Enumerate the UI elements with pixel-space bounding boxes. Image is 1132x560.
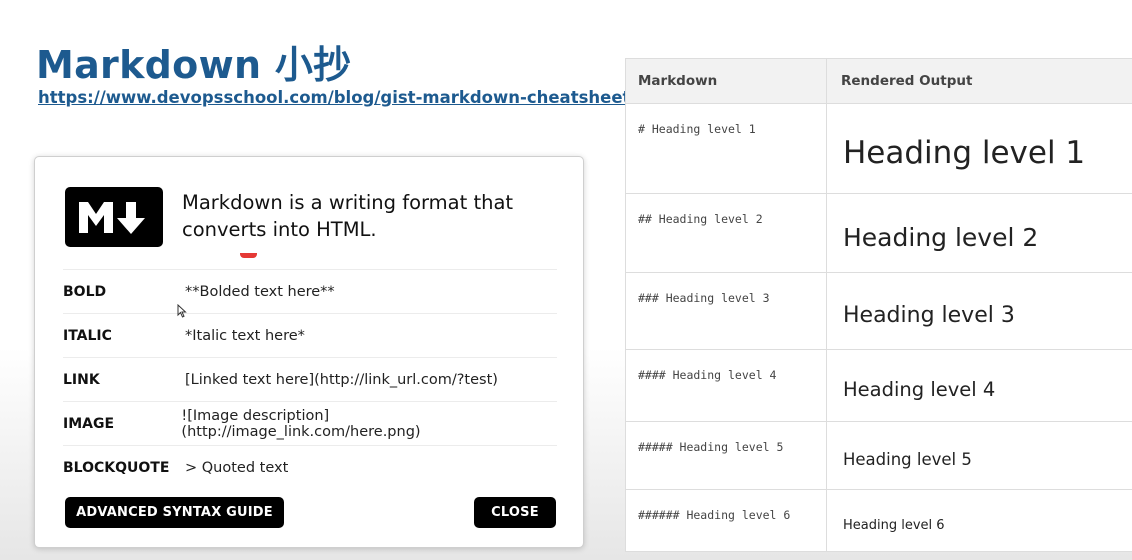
rendered-cell: Heading level 2 <box>843 222 1039 252</box>
syntax-example: **Bolded text here** <box>185 283 335 300</box>
advanced-syntax-guide-button[interactable]: ADVANCED SYNTAX GUIDE <box>65 497 284 528</box>
syntax-row-link: LINK [Linked text here](http://link_url.… <box>63 357 557 401</box>
cheatsheet-link[interactable]: https://www.devopsschool.com/blog/gist-m… <box>38 88 636 107</box>
syntax-row-blockquote: BLOCKQUOTE > Quoted text <box>63 445 557 489</box>
rendered-cell: Heading level 5 <box>843 450 972 469</box>
rendered-cell: Heading level 1 <box>843 134 1086 171</box>
markdown-cell: ##### Heading level 5 <box>626 422 827 489</box>
markdown-cell: ## Heading level 2 <box>626 194 827 272</box>
markdown-cheatsheet-dialog: Markdown is a writing format that conver… <box>34 156 584 548</box>
column-header-output: Rendered Output <box>841 73 973 89</box>
syntax-list: BOLD **Bolded text here** ITALIC *Italic… <box>63 269 557 489</box>
syntax-label: ITALIC <box>63 327 112 344</box>
markdown-logo-icon <box>65 187 163 247</box>
table-row: ##### Heading level 5 Heading level 5 <box>626 422 1132 490</box>
syntax-label: LINK <box>63 371 100 388</box>
markdown-cell: ###### Heading level 6 <box>626 490 827 552</box>
syntax-row-bold: BOLD **Bolded text here** <box>63 269 557 313</box>
syntax-example: ![Image description](http://image_link.c… <box>181 407 421 440</box>
intro-text: Markdown is a writing format that conver… <box>182 191 514 241</box>
rendered-cell: Heading level 3 <box>843 302 1015 328</box>
close-button[interactable]: CLOSE <box>474 497 556 528</box>
syntax-row-image: IMAGE ![Image description](http://image_… <box>63 401 557 445</box>
slide-title: Markdown 小抄 <box>36 43 352 87</box>
table-header: Markdown Rendered Output <box>626 59 1132 104</box>
table-row: ## Heading level 2 Heading level 2 <box>626 194 1132 273</box>
syntax-example: [Linked text here](http://link_url.com/?… <box>185 371 498 388</box>
markdown-cell: # Heading level 1 <box>626 104 827 193</box>
syntax-row-italic: ITALIC *Italic text here* <box>63 313 557 357</box>
table-row: ### Heading level 3 Heading level 3 <box>626 273 1132 350</box>
red-annotation-mark <box>240 253 257 258</box>
markdown-cell: #### Heading level 4 <box>626 350 827 421</box>
syntax-label: BLOCKQUOTE <box>63 459 170 476</box>
rendered-cell: Heading level 6 <box>843 517 945 533</box>
mouse-cursor-icon <box>177 304 187 318</box>
table-row: #### Heading level 4 Heading level 4 <box>626 350 1132 422</box>
table-row: # Heading level 1 Heading level 1 <box>626 104 1132 194</box>
table-row: ###### Heading level 6 Heading level 6 <box>626 490 1132 552</box>
column-header-markdown: Markdown <box>626 59 827 103</box>
heading-syntax-table: Markdown Rendered Output # Heading level… <box>625 58 1132 552</box>
syntax-example: > Quoted text <box>185 459 289 476</box>
syntax-example: *Italic text here* <box>185 327 305 344</box>
syntax-label: BOLD <box>63 283 107 300</box>
rendered-cell: Heading level 4 <box>843 378 996 401</box>
markdown-cell: ### Heading level 3 <box>626 273 827 349</box>
syntax-label: IMAGE <box>63 415 115 432</box>
